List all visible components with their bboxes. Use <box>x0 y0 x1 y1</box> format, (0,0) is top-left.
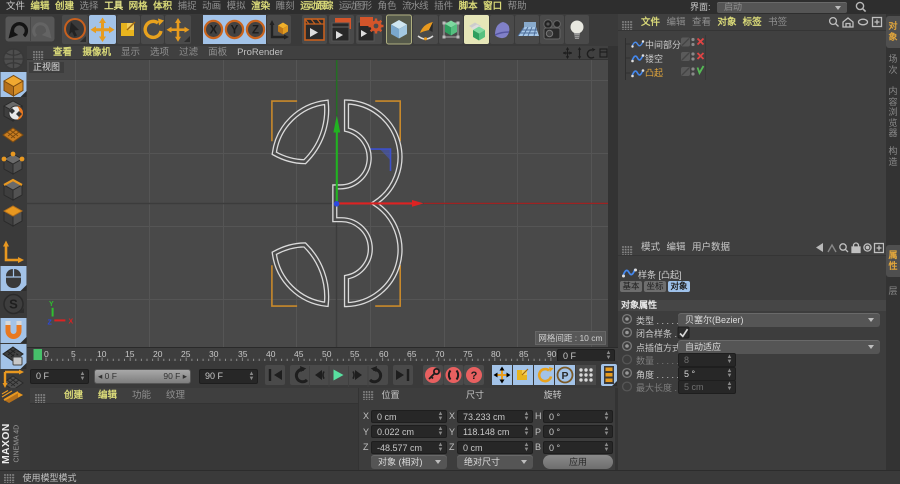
svg-text:Z: Z <box>252 25 259 37</box>
svg-text:X: X <box>69 319 74 326</box>
svg-text:Z: Z <box>48 320 53 327</box>
svg-text:Y: Y <box>231 25 239 37</box>
svg-text:S: S <box>9 297 18 312</box>
svg-text:80: 80 <box>491 349 501 359</box>
svg-text:60: 60 <box>379 349 389 359</box>
svg-text:P: P <box>561 370 568 382</box>
svg-text:70: 70 <box>435 349 445 359</box>
svg-text:85: 85 <box>519 349 529 359</box>
svg-text:65: 65 <box>407 349 417 359</box>
svg-text:75: 75 <box>463 349 473 359</box>
svg-text:90: 90 <box>547 349 557 359</box>
svg-text:Y: Y <box>49 301 54 308</box>
svg-text:?: ? <box>471 370 478 382</box>
svg-text:X: X <box>210 25 218 37</box>
